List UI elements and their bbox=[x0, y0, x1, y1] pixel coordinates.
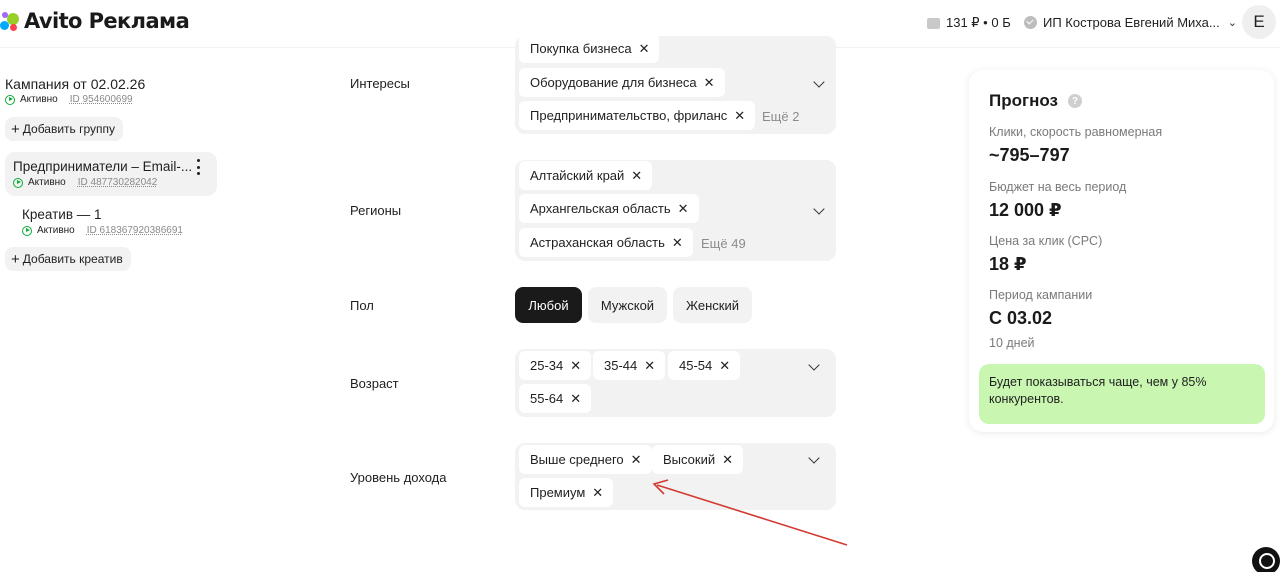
chevron-down-icon[interactable] bbox=[808, 359, 820, 371]
annotation-arrow bbox=[652, 479, 848, 546]
interest-chip: Оборудование для бизнеса ✕ bbox=[519, 68, 725, 97]
clicks-value: ~795–797 bbox=[989, 145, 1070, 165]
close-icon[interactable]: ✕ bbox=[672, 235, 683, 251]
play-status-icon bbox=[13, 177, 23, 188]
add-creative-label: Добавить креатив bbox=[22, 252, 123, 266]
balance-widget[interactable]: 131 ₽ • 0 Б bbox=[927, 15, 1011, 31]
chevron-down-icon: ⌄ bbox=[1227, 17, 1237, 29]
income-label: Уровень дохода bbox=[350, 470, 447, 485]
help-icon[interactable]: ? bbox=[1068, 94, 1082, 108]
play-status-icon bbox=[5, 94, 15, 105]
status-text: Активно bbox=[37, 225, 75, 236]
wallet-icon bbox=[927, 17, 940, 29]
close-icon[interactable]: ✕ bbox=[631, 168, 642, 184]
age-chip: 35-44 ✕ bbox=[593, 351, 666, 380]
region-chip: Алтайский край ✕ bbox=[519, 161, 653, 190]
creative-id[interactable]: ID 618367920386691 bbox=[87, 225, 183, 236]
close-icon[interactable]: ✕ bbox=[719, 358, 730, 374]
clicks-label: Клики, скорость равномерная bbox=[989, 125, 1163, 139]
campaign-id[interactable]: ID 954600699 bbox=[70, 94, 133, 105]
more-count[interactable]: Ещё 49 bbox=[701, 236, 746, 251]
sidebar-item-creative[interactable]: Креатив — 1 bbox=[22, 207, 102, 222]
forecast-note: Будет показываться чаще, чем у 85% конку… bbox=[979, 364, 1265, 424]
status-text: Активно bbox=[20, 94, 58, 105]
add-creative-button[interactable]: + Добавить креатив bbox=[5, 247, 131, 271]
interest-chip: Покупка бизнеса ✕ bbox=[519, 36, 660, 63]
cpc-label: Цена за клик (CPC) bbox=[989, 234, 1103, 248]
close-icon[interactable]: ✕ bbox=[639, 41, 650, 57]
income-chip: Выше среднего ✕ bbox=[519, 445, 652, 474]
close-icon[interactable]: ✕ bbox=[734, 108, 745, 124]
chevron-down-icon[interactable] bbox=[813, 203, 825, 215]
regions-select[interactable]: Алтайский край ✕ Архангельская область ✕ А… bbox=[515, 160, 836, 261]
close-icon[interactable]: ✕ bbox=[570, 358, 581, 374]
interest-chip: Предпринимательство, фриланс ✕ bbox=[519, 101, 756, 130]
plus-icon: + bbox=[11, 120, 20, 138]
age-select[interactable]: 25-34 ✕ 35-44 ✕ 45-54 ✕ 55-64 ✕ bbox=[515, 349, 836, 417]
avatar[interactable]: E bbox=[1242, 5, 1276, 39]
brand-name: Avito Реклама bbox=[24, 9, 190, 33]
gender-option-male[interactable]: Мужской bbox=[588, 287, 667, 323]
age-chip: 55-64 ✕ bbox=[519, 384, 592, 413]
plus-icon: + bbox=[11, 250, 20, 268]
budget-value: 12 000 ₽ bbox=[989, 200, 1062, 220]
period-days: 10 дней bbox=[989, 336, 1035, 350]
age-chip: 25-34 ✕ bbox=[519, 351, 592, 380]
account-name: ИП Кострова Евгений Миха... bbox=[1043, 15, 1220, 30]
close-icon[interactable]: ✕ bbox=[704, 75, 715, 91]
period-value: С 03.02 bbox=[989, 308, 1053, 328]
period-label: Период кампании bbox=[989, 288, 1093, 302]
close-icon[interactable]: ✕ bbox=[570, 391, 581, 407]
close-icon[interactable]: ✕ bbox=[592, 485, 603, 501]
support-icon[interactable] bbox=[1252, 547, 1280, 572]
region-chip: Астраханская область ✕ bbox=[519, 228, 693, 257]
account-switcher[interactable]: ИП Кострова Евгений Миха... ⌄ bbox=[1024, 15, 1237, 30]
gender-option-any[interactable]: Любой bbox=[515, 287, 582, 323]
group-status: Активно ID 487730282042 bbox=[13, 177, 157, 188]
income-chip: Премиум ✕ bbox=[519, 478, 614, 507]
balance-text: 131 ₽ • 0 Б bbox=[946, 15, 1011, 30]
group-name: Предприниматели – Email-... bbox=[13, 159, 193, 174]
group-id[interactable]: ID 487730282042 bbox=[78, 177, 158, 188]
verified-icon bbox=[1024, 16, 1037, 29]
close-icon[interactable]: ✕ bbox=[722, 452, 733, 468]
close-icon[interactable]: ✕ bbox=[631, 452, 642, 468]
forecast-title: Прогноз bbox=[989, 91, 1058, 110]
cpc-value: 18 ₽ bbox=[989, 254, 1027, 274]
avito-logo-icon bbox=[0, 10, 22, 32]
age-chip: 45-54 ✕ bbox=[668, 351, 741, 380]
interests-label: Интересы bbox=[350, 76, 410, 91]
chevron-down-icon[interactable] bbox=[808, 452, 820, 464]
forecast-card: Прогноз ? Клики, скорость равномерная ~7… bbox=[969, 70, 1274, 432]
more-vertical-icon[interactable] bbox=[194, 159, 202, 175]
interests-select[interactable]: Покупка бизнеса ✕ Оборудование для бизнес… bbox=[515, 36, 836, 134]
region-chip: Архангельская область ✕ bbox=[519, 194, 699, 223]
sidebar-item-group[interactable]: Предприниматели – Email-... bbox=[5, 152, 217, 196]
close-icon[interactable]: ✕ bbox=[644, 358, 655, 374]
gender-label: Пол bbox=[350, 298, 374, 313]
campaign-title[interactable]: Кампания от 02.02.26 bbox=[5, 76, 145, 92]
chevron-down-icon[interactable] bbox=[813, 76, 825, 88]
avito-logo[interactable]: Avito Реклама bbox=[0, 9, 190, 33]
regions-label: Регионы bbox=[350, 203, 402, 218]
add-group-label: Добавить группу bbox=[22, 122, 116, 136]
close-icon[interactable]: ✕ bbox=[678, 201, 689, 217]
add-group-button[interactable]: + Добавить группу bbox=[5, 117, 124, 141]
play-status-icon bbox=[22, 225, 32, 236]
gender-option-female[interactable]: Женский bbox=[673, 287, 752, 323]
age-label: Возраст bbox=[350, 376, 399, 391]
status-text: Активно bbox=[28, 177, 66, 188]
budget-label: Бюджет на весь период bbox=[989, 180, 1127, 194]
creative-status: Активно ID 618367920386691 bbox=[22, 225, 183, 236]
more-count[interactable]: Ещё 2 bbox=[762, 109, 799, 124]
campaign-status: Активно ID 954600699 bbox=[5, 94, 133, 105]
